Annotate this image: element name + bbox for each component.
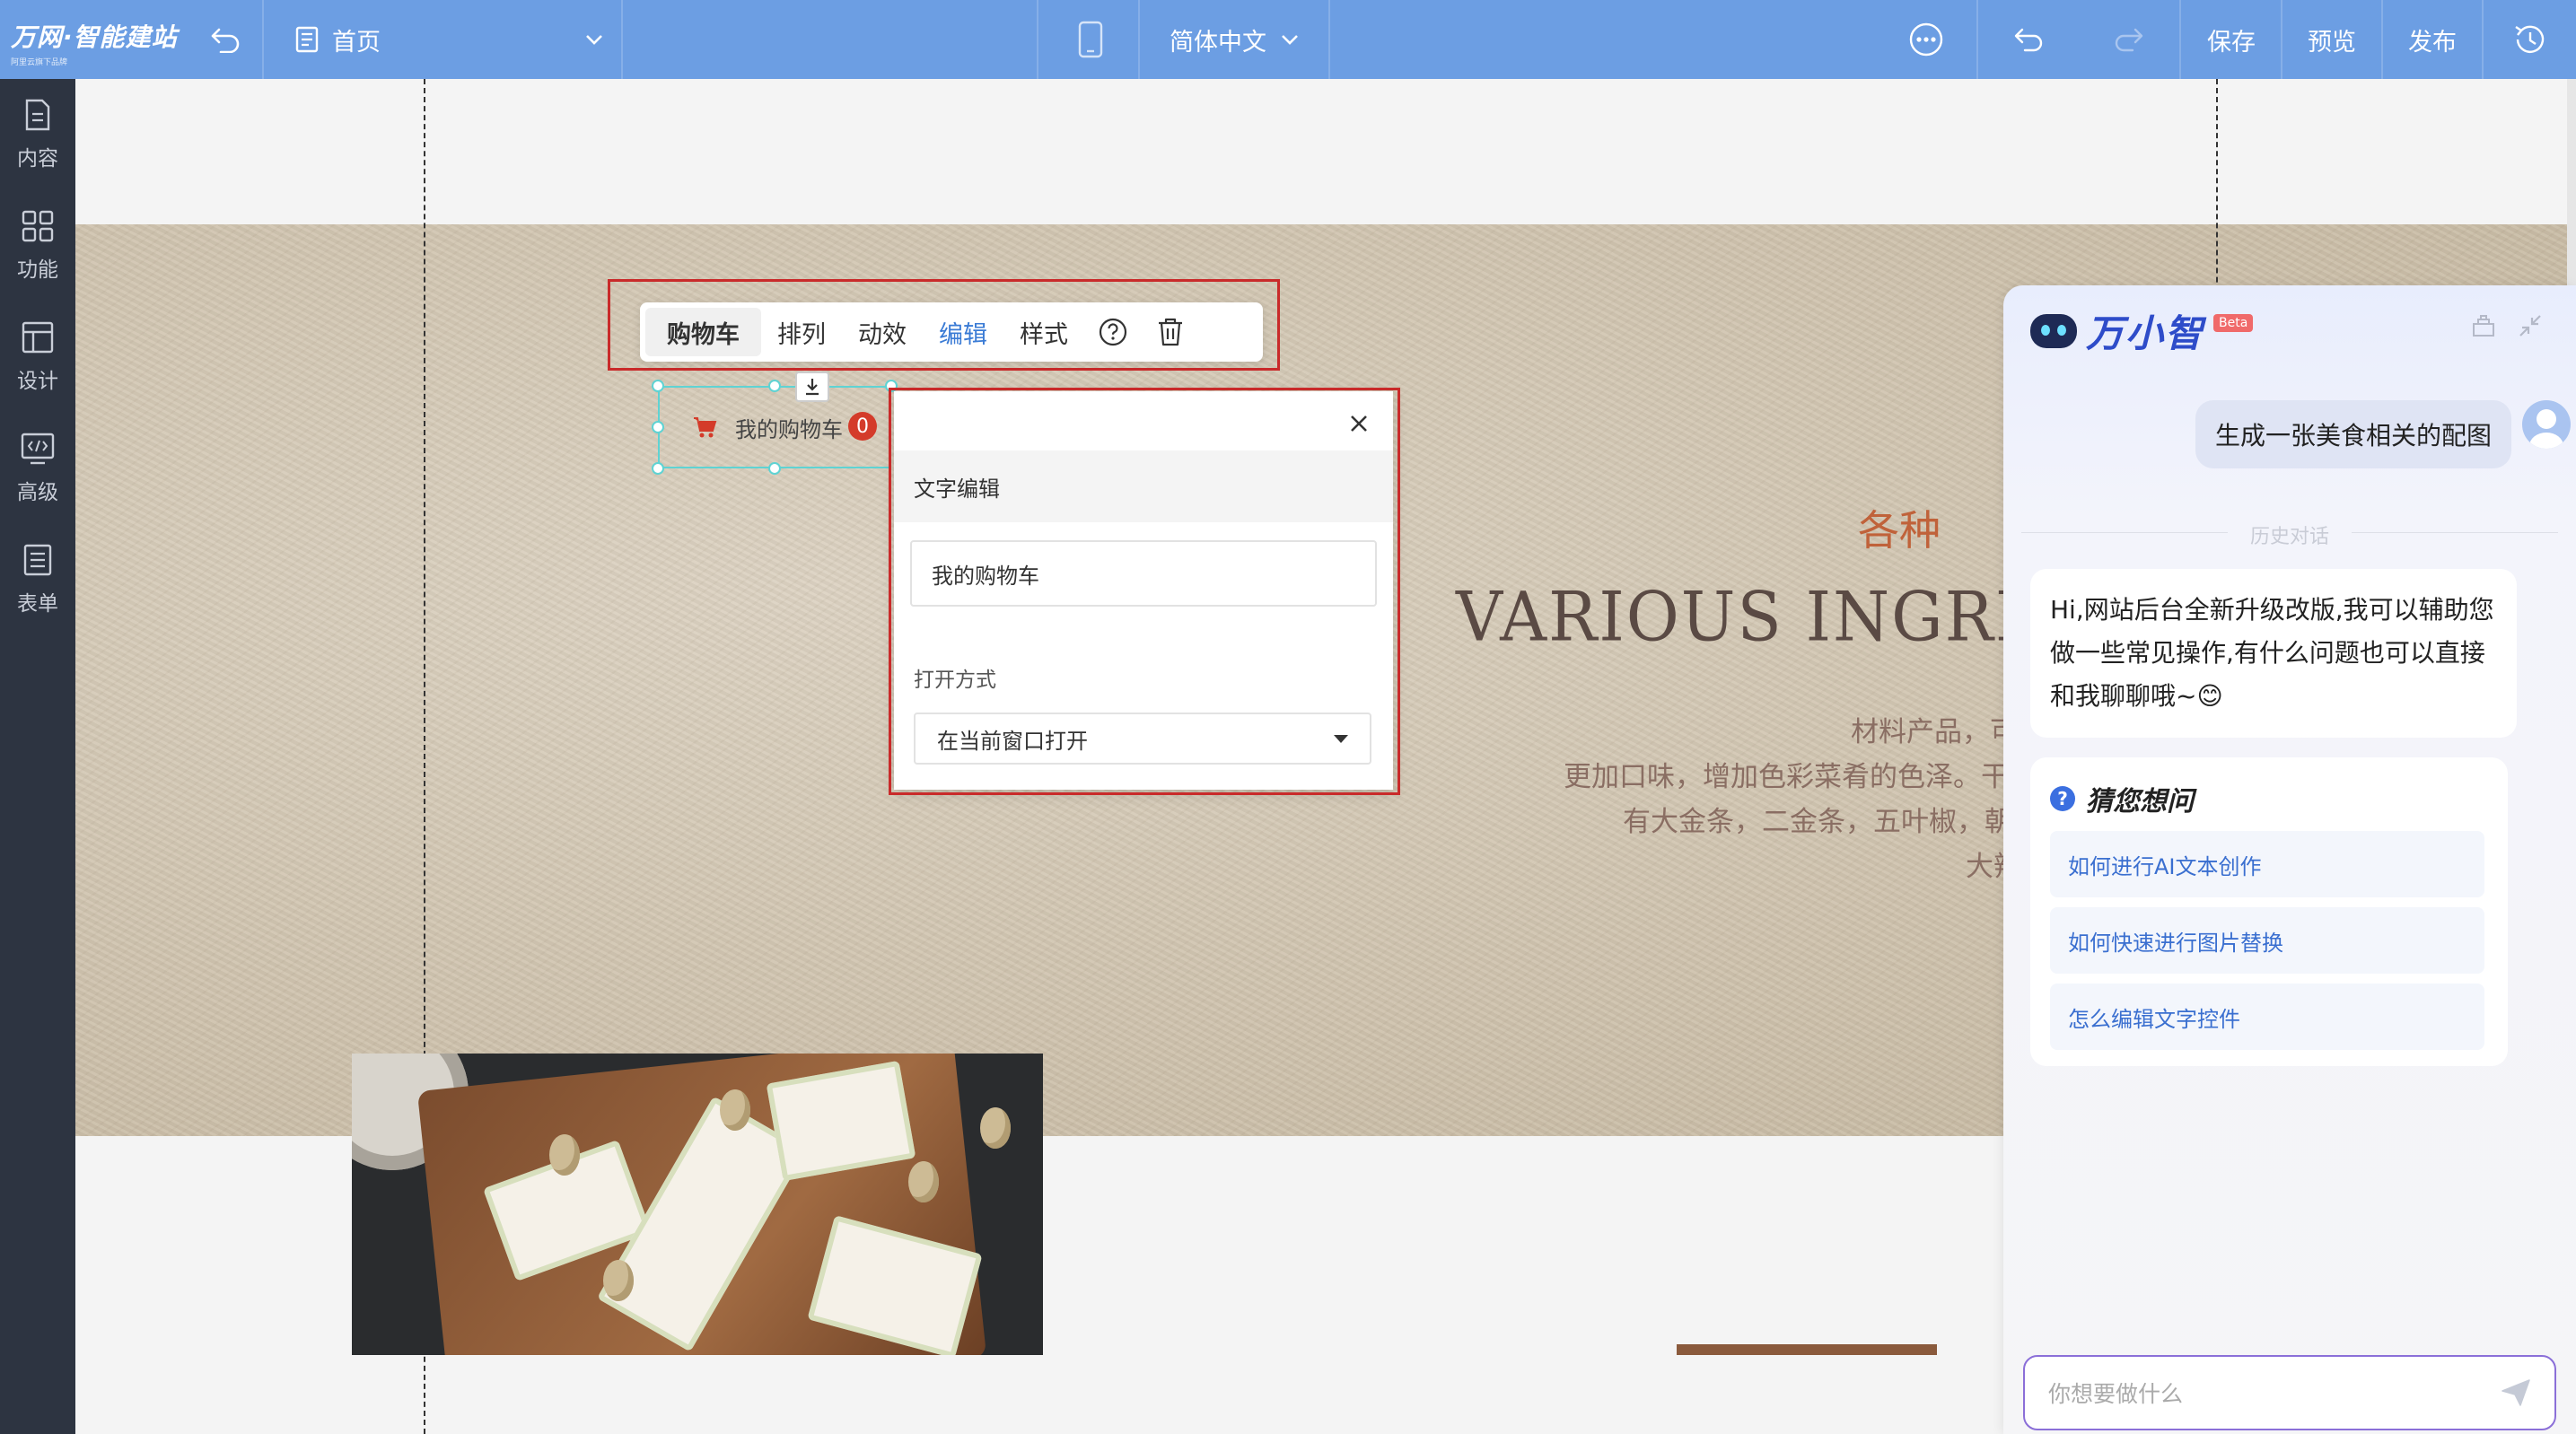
more-icon[interactable] [1876, 0, 1976, 79]
resize-handle[interactable] [768, 462, 781, 475]
tab-style[interactable]: 样式 [1003, 308, 1084, 356]
save-button[interactable]: 保存 [2181, 0, 2282, 79]
resize-handle[interactable] [652, 462, 664, 475]
assistant-logo: 万小智 Beta [2030, 303, 2254, 358]
language-label: 简体中文 [1170, 28, 1266, 57]
sidebar-item-label: 内容 [17, 147, 58, 171]
assistant-brand: 万小智 [2086, 311, 2205, 355]
collapse-icon[interactable] [2515, 310, 2545, 341]
page-selector[interactable]: 首页 [289, 0, 621, 79]
banner-en-title: VARIOUS INGRE [1456, 576, 2045, 657]
preview-button[interactable]: 预览 [2282, 0, 2381, 79]
resize-handle[interactable] [652, 380, 664, 392]
image-edge [1677, 1344, 1937, 1355]
layout-icon [22, 321, 54, 354]
ai-assistant-panel: 万小智 Beta 生成一张美食相关的配图 历史对话 Hi,网站后台全新升级改版,… [2003, 285, 2576, 1434]
code-icon [21, 433, 55, 465]
suggestions-title: ? 猜您想问 [2050, 779, 2194, 818]
resize-handle[interactable] [768, 380, 781, 392]
sidebar-item-label: 表单 [17, 592, 58, 616]
suggested-question[interactable]: 怎么编辑文字控件 [2050, 984, 2484, 1050]
chevron-down-icon [1282, 35, 1298, 45]
suggested-question[interactable]: 如何进行AI文本创作 [2050, 831, 2484, 897]
cart-icon [694, 417, 717, 438]
banner-text-line: 有大金条，二金条，五叶椒，朝 [1623, 806, 2012, 838]
sidebar-item-advanced[interactable]: 高级 [0, 413, 75, 524]
sidebar-item-design[interactable]: 设计 [0, 302, 75, 413]
left-sidebar: 内容 功能 设计 高级 表单 [0, 79, 75, 1434]
suggested-question[interactable]: 如何快速进行图片替换 [2050, 907, 2484, 974]
logo-subtext: 阿里云旗下品牌 [11, 58, 68, 67]
send-icon[interactable] [2501, 1378, 2531, 1407]
form-icon [23, 544, 52, 576]
cart-label: 我的购物车 [735, 416, 843, 442]
back-icon[interactable] [203, 0, 248, 79]
history-divider[interactable]: 历史对话 [2021, 520, 2558, 549]
download-icon[interactable] [795, 372, 829, 402]
banner-text-line: 更加口味，增加色彩菜肴的色泽。干 [1564, 761, 2009, 793]
mobile-view-icon[interactable] [1041, 0, 1140, 79]
chevron-down-icon [586, 35, 602, 45]
trash-icon[interactable] [1142, 308, 1199, 356]
banner-cn-title: 各种 [1858, 506, 1941, 555]
chat-input[interactable]: 你想要做什么 [2023, 1355, 2556, 1430]
page-icon [295, 26, 319, 53]
suggested-questions: ? 猜您想问 如何进行AI文本创作 如何快速进行图片替换 怎么编辑文字控件 [2030, 757, 2508, 1066]
undo-icon[interactable] [1978, 0, 2079, 79]
banner-text-line: 材料产品，可 [1851, 716, 2018, 748]
redo-icon[interactable] [2079, 0, 2179, 79]
document-icon [25, 99, 50, 131]
publish-button[interactable]: 发布 [2383, 0, 2482, 79]
sidebar-item-label: 功能 [17, 258, 58, 282]
food-image[interactable] [352, 1054, 1043, 1355]
language-selector[interactable]: 简体中文 [1140, 0, 1328, 79]
cart-count-badge: 0 [848, 412, 877, 441]
top-bar: 万网·智能建站 阿里云旗下品牌 首页 简体中文 保存 预览 发布 [0, 0, 2576, 79]
sidebar-item-function[interactable]: 功能 [0, 190, 75, 302]
sidebar-item-content[interactable]: 内容 [0, 79, 75, 190]
clear-icon[interactable] [2468, 310, 2499, 341]
logo-text: 万网·智能建站 [11, 22, 178, 52]
grid-icon [22, 210, 54, 242]
popup-highlight [889, 388, 1400, 795]
avatar [2522, 400, 2571, 449]
chat-input-placeholder: 你想要做什么 [2048, 1381, 2184, 1407]
question-icon: ? [2050, 786, 2075, 811]
help-icon[interactable] [1084, 308, 1142, 356]
user-message: 生成一张美食相关的配图 [2195, 400, 2511, 468]
tab-arrange[interactable]: 排列 [761, 308, 842, 356]
bot-message: Hi,网站后台全新升级改版,我可以辅助您做一些常见操作,有什么问题也可以直接和我… [2030, 569, 2517, 738]
logo: 万网·智能建站 阿里云旗下品牌 [11, 0, 199, 79]
sidebar-item-form[interactable]: 表单 [0, 524, 75, 635]
tab-cart[interactable]: 购物车 [645, 308, 761, 356]
resize-handle[interactable] [652, 421, 664, 433]
beta-badge: Beta [2213, 313, 2254, 332]
component-toolbar: 购物车 排列 动效 编辑 样式 [640, 302, 1263, 362]
sidebar-item-label: 设计 [17, 370, 58, 393]
history-icon[interactable] [2484, 0, 2576, 79]
robot-icon [2030, 313, 2077, 348]
tab-edit[interactable]: 编辑 [923, 308, 1003, 356]
tab-animation[interactable]: 动效 [842, 308, 923, 356]
suggestions-title-text: 猜您想问 [2086, 786, 2194, 818]
sidebar-item-label: 高级 [17, 481, 58, 504]
page-name: 首页 [332, 28, 381, 57]
